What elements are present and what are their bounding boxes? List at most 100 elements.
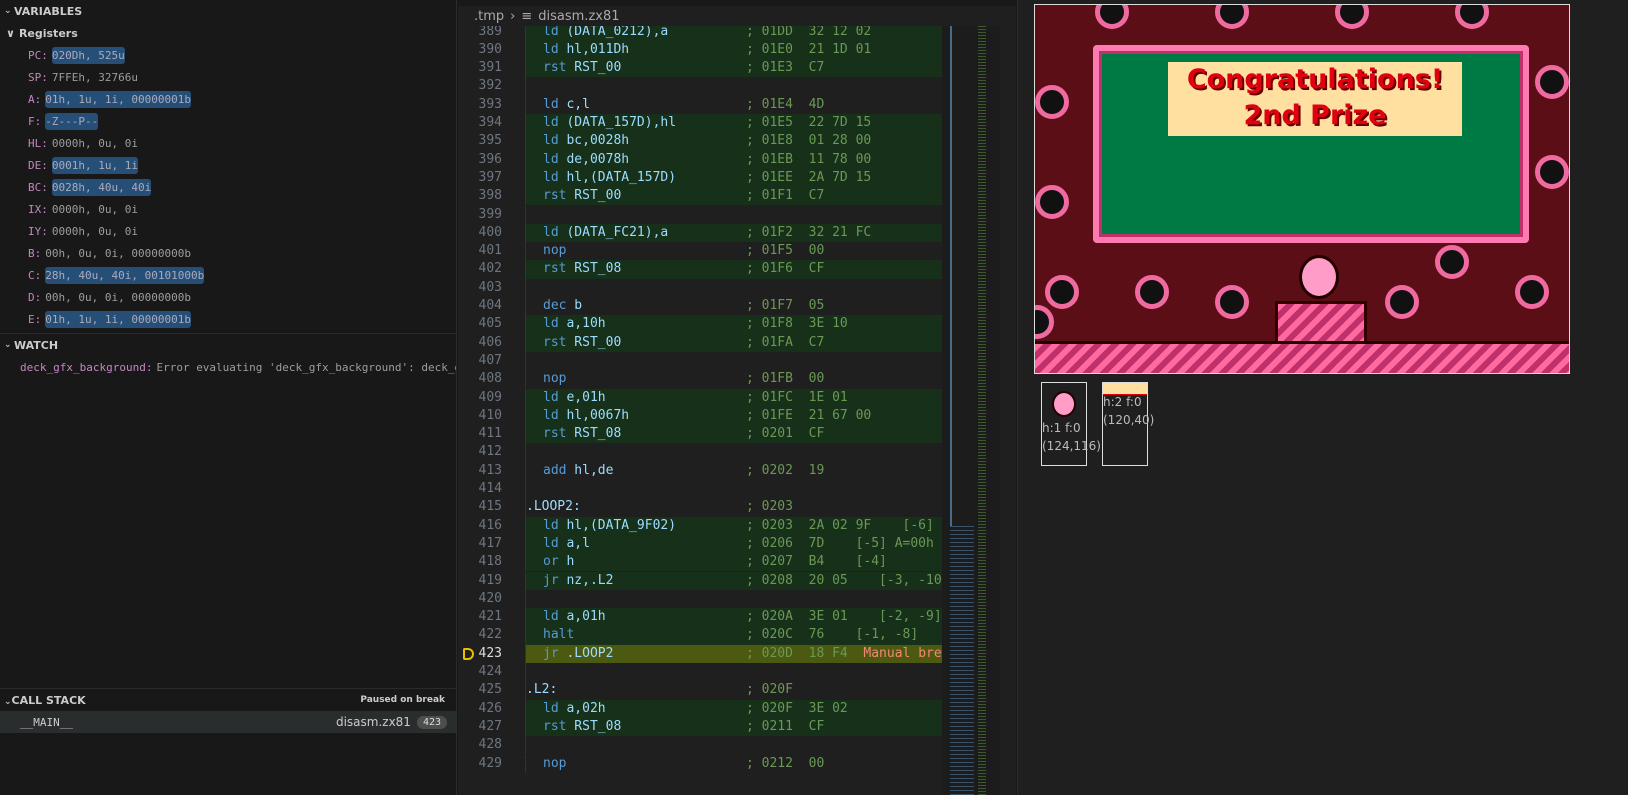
code-line[interactable]: 410 ld hl,0067h ; 01FE 21 67 00 xyxy=(458,406,943,426)
code-line[interactable]: 413 add hl,de ; 0202 19 xyxy=(458,461,943,480)
address-comment: ; 020C 76 [-1, -8] xyxy=(746,627,919,643)
register-row[interactable]: A: 01h, 1u, 1i, 00000001b xyxy=(0,88,456,110)
line-number: 414 xyxy=(478,481,502,496)
code-line[interactable]: 405 ld a,10h ; 01F8 3E 10 xyxy=(458,315,943,334)
code-line[interactable]: 399 xyxy=(458,205,943,224)
chevron-down-icon: ⌄ xyxy=(4,6,12,16)
code-line[interactable]: 389 ld (DATA_0212),a ; 01DD 32 12 02 xyxy=(458,26,943,41)
code-line[interactable]: 390 ld hl,011Dh ; 01E0 21 1D 01 xyxy=(458,40,943,60)
asm-label: .LOOP2: xyxy=(526,499,581,515)
code-line[interactable]: 404 dec b ; 01F7 05 xyxy=(458,297,943,316)
line-number: 407 xyxy=(478,352,502,368)
ring-decoration xyxy=(1335,5,1369,29)
register-row[interactable]: SP: 7FFEh, 32766u xyxy=(0,66,456,88)
register-row[interactable]: PC: 020Dh, 525u xyxy=(0,44,456,66)
code-line[interactable]: 397 ld hl,(DATA_157D) ; 01EE 2A 7D 15 xyxy=(458,168,943,188)
code-line[interactable]: 403 xyxy=(458,278,943,297)
code-line[interactable]: 418 or h ; 0207 B4 [-4] xyxy=(458,553,943,572)
code-line[interactable]: 408 nop ; 01FB 00 xyxy=(458,370,943,389)
code-line[interactable]: 392 xyxy=(458,77,943,96)
breadcrumb-folder[interactable]: .tmp xyxy=(474,9,504,24)
register-row[interactable]: HL: 0000h, 0u, 0i xyxy=(0,132,456,154)
code-line[interactable]: 421 ld a,01h ; 020A 3E 01 [-2, -9] xyxy=(458,608,943,627)
registers-group[interactable]: ∨ Registers xyxy=(0,22,456,44)
code-line[interactable]: 393 ld c,l ; 01E4 4D xyxy=(458,95,943,114)
code-line[interactable]: 427 rst RST_08 ; 0211 CF xyxy=(458,717,943,737)
code-line[interactable]: 398 rst RST_00 ; 01F1 C7 xyxy=(458,187,943,206)
register-row[interactable]: DE: 0001h, 1u, 1i xyxy=(0,154,456,176)
code-line[interactable]: 400 ld (DATA_FC21),a ; 01F2 32 21 FC xyxy=(458,223,943,243)
minimap[interactable] xyxy=(942,26,1000,795)
register-row[interactable]: C: 28h, 40u, 40i, 00101000b xyxy=(0,264,456,286)
register-row[interactable]: IX: 0000h, 0u, 0i xyxy=(0,198,456,220)
screen-viewer: Congratulations! 2nd Prize h:1 f:0 (124,… xyxy=(1017,0,1628,795)
call-stack-header[interactable]: ⌄CALL STACK Paused on break xyxy=(0,689,457,711)
opcode: or xyxy=(543,554,559,570)
sprite-thumb-2[interactable]: h:2 f:0 (120,40) xyxy=(1102,382,1154,466)
operand: RST_00 xyxy=(566,334,622,350)
code-line[interactable]: 401 nop ; 01F5 00 xyxy=(458,242,943,261)
message-box: Congratulations! 2nd Prize xyxy=(1093,45,1529,243)
opcode: dec xyxy=(543,298,567,313)
register-value: 0000h, 0u, 0i xyxy=(51,224,138,238)
chevron-down-icon: ⌄ xyxy=(4,696,12,707)
watch-item[interactable]: deck_gfx_background: Error evaluating 'de… xyxy=(0,356,456,378)
operand: e,01h xyxy=(558,389,606,405)
instruction: ld hl,0067h xyxy=(543,407,629,425)
watch-header[interactable]: ⌄ WATCH xyxy=(0,334,456,356)
code-line[interactable]: 417 ld a,l ; 0206 7D [-5] A=00h xyxy=(458,534,943,554)
code-line[interactable]: 415 .LOOP2: ; 0203 xyxy=(458,498,943,517)
code-line[interactable]: 422 halt ; 020C 76 [-1, -8] xyxy=(458,626,943,645)
register-value: 28h, 40u, 40i, 00101000b xyxy=(45,266,205,284)
register-row[interactable]: IY: 0000h, 0u, 0i xyxy=(0,220,456,242)
line-number: 427 xyxy=(478,718,502,734)
register-row[interactable]: D: 00h, 0u, 0i, 00000000b xyxy=(0,286,456,308)
code-line[interactable]: 425 .L2: ; 020F xyxy=(458,681,943,700)
register-name: HL: xyxy=(28,136,48,150)
operand: a,02h xyxy=(558,700,606,716)
code-line[interactable]: 406 rst RST_00 ; 01FA C7 xyxy=(458,333,943,352)
line-number: 424 xyxy=(478,664,502,679)
register-row[interactable]: BC: 0028h, 40u, 40i xyxy=(0,176,456,198)
code-line[interactable]: 409 ld e,01h ; 01FC 1E 01 xyxy=(458,388,943,407)
register-row[interactable]: B: 00h, 0u, 0i, 00000000b xyxy=(0,242,456,264)
code-line[interactable]: 420 xyxy=(458,589,943,609)
code-line[interactable]: 395 ld bc,0028h ; 01E8 01 28 00 xyxy=(458,132,943,151)
register-name: A: xyxy=(28,92,42,106)
code-line[interactable]: 391 rst RST_00 ; 01E3 C7 xyxy=(458,59,943,78)
code-line[interactable]: 411 rst RST_08 ; 0201 CF xyxy=(458,425,943,444)
sprite-thumb-1[interactable]: h:1 f:0 (124,116) xyxy=(1041,382,1101,466)
opcode: ld xyxy=(543,517,559,533)
register-row[interactable]: E: 01h, 1u, 1i, 00000001b xyxy=(0,308,456,330)
current-line[interactable]: 423 jr .LOOP2 ; 020D 18 F4 Manual break xyxy=(458,644,943,663)
code-line[interactable]: 407 xyxy=(458,351,943,371)
instruction: halt xyxy=(543,626,574,644)
code-line[interactable]: 424 xyxy=(458,663,943,682)
code-line[interactable]: 419 jr nz,.L2 ; 0208 20 05 [-3, -10] xyxy=(458,571,943,590)
code-line[interactable]: 394 ld (DATA_157D),hl ; 01E5 22 7D 15 xyxy=(458,114,943,133)
variables-header[interactable]: ⌄ VARIABLES xyxy=(0,0,456,22)
register-name: IX: xyxy=(28,202,48,216)
code-line[interactable]: 412 xyxy=(458,443,943,462)
line-number: 412 xyxy=(478,444,502,460)
opcode: ld xyxy=(543,133,559,149)
register-name: B: xyxy=(28,246,42,260)
instruction: jr .LOOP2 xyxy=(543,645,613,663)
code-line[interactable]: 414 xyxy=(458,480,943,499)
line-number: 409 xyxy=(478,389,502,405)
code-line[interactable]: 429 nop ; 0212 00 xyxy=(458,754,943,773)
stack-frame[interactable]: __MAIN__ disasm.zx81 423 xyxy=(0,711,457,733)
register-row[interactable]: F: -Z---P-- xyxy=(0,110,456,132)
address-comment: ; 0207 B4 [-4] xyxy=(746,554,887,570)
instruction: ld (DATA_FC21),a xyxy=(543,224,668,242)
address-comment: ; 020F 3E 02 xyxy=(746,700,848,716)
code-line[interactable]: 396 ld de,0078h ; 01EB 11 78 00 xyxy=(458,150,943,169)
address-comment: ; 01F7 05 xyxy=(746,298,825,313)
code-line[interactable]: 416 ld hl,(DATA_9F02) ; 0203 2A 02 9F [-6] xyxy=(458,516,943,535)
ring-decoration xyxy=(1215,5,1249,29)
code-line[interactable]: 428 xyxy=(458,736,943,755)
breadcrumb-file[interactable]: disasm.zx81 xyxy=(538,9,619,24)
code-lines[interactable]: 389 ld (DATA_0212),a ; 01DD 32 12 02 390 ld … xyxy=(458,26,943,795)
code-line[interactable]: 426 ld a,02h ; 020F 3E 02 xyxy=(458,699,943,718)
code-line[interactable]: 402 rst RST_08 ; 01F6 CF xyxy=(458,260,943,279)
